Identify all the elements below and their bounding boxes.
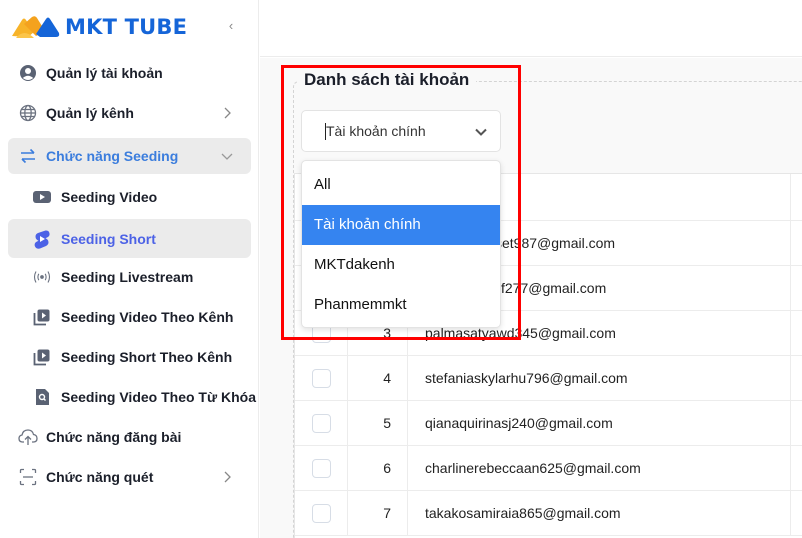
logo: MKT TUBE <box>10 14 187 40</box>
chevron-down-icon <box>221 153 233 160</box>
scan-icon <box>18 467 38 487</box>
row-number: 4 <box>348 356 408 400</box>
sidebar-item-label: Seeding Video Theo Kênh <box>61 309 234 325</box>
row-email: charlinerebeccaan625@gmail.com <box>425 460 641 476</box>
sidebar-item-seeding-video[interactable]: Seeding Video <box>8 179 251 215</box>
sidebar-item-label: Seeding Livestream <box>61 269 194 285</box>
chevron-right-icon <box>224 471 231 483</box>
sidebar-item-seeding-short[interactable]: Seeding Short <box>8 219 251 258</box>
app-name: MKT TUBE <box>65 15 188 39</box>
collapse-sidebar-button[interactable]: ‹ <box>224 18 238 33</box>
table-row[interactable]: 5 qianaquirinasj240@gmail.com <box>295 401 802 446</box>
sidebar-item-label: Chức năng quét <box>46 469 154 485</box>
dropdown-option-main-account[interactable]: Tài khoản chính <box>302 205 500 245</box>
row-checkbox[interactable] <box>312 504 331 523</box>
globe-icon <box>18 103 38 123</box>
broadcast-icon <box>32 267 52 287</box>
dropdown-option-all[interactable]: All <box>302 165 500 205</box>
table-row[interactable]: 7 takakosamiraia865@gmail.com <box>295 491 802 536</box>
table-row[interactable]: 6 charlinerebeccaan625@gmail.com <box>295 446 802 491</box>
row-email: qianaquirinasj240@gmail.com <box>425 415 613 431</box>
user-circle-icon <box>18 63 38 83</box>
sidebar-item-account-management[interactable]: Quản lý tài khoản <box>8 55 251 91</box>
account-type-select-value: Tài khoản chính <box>326 123 426 139</box>
row-number: 7 <box>348 491 408 535</box>
sidebar-item-seeding-short-by-channel[interactable]: Seeding Short Theo Kênh <box>8 339 251 375</box>
account-type-dropdown: All Tài khoản chính MKTdakenh Phanmemmkt <box>301 160 501 328</box>
sidebar-item-seeding[interactable]: Chức năng Seeding <box>8 138 251 174</box>
row-checkbox[interactable] <box>312 369 331 388</box>
row-checkbox[interactable] <box>312 414 331 433</box>
sidebar-item-label: Seeding Video Theo Từ Khóa <box>61 389 257 405</box>
sidebar-item-label: Chức năng đăng bài <box>46 429 182 445</box>
row-checkbox[interactable] <box>312 459 331 478</box>
sidebar-item-label: Quản lý kênh <box>46 105 134 121</box>
chevron-down-icon <box>475 128 487 136</box>
shorts-icon <box>32 229 52 249</box>
account-type-select[interactable]: Tài khoản chính <box>301 110 501 152</box>
sidebar: MKT TUBE ‹ Quản lý tài khoản Quản lý kên… <box>0 0 259 538</box>
mkt-tube-logo-icon <box>12 16 60 38</box>
sidebar-item-posting[interactable]: Chức năng đăng bài <box>8 419 251 455</box>
sidebar-item-channel-management[interactable]: Quản lý kênh <box>8 95 251 131</box>
row-number: 6 <box>348 446 408 490</box>
row-number: 5 <box>348 401 408 445</box>
row-email: stefaniaskylarhu796@gmail.com <box>425 370 628 386</box>
row-email: takakosamiraia865@gmail.com <box>425 505 621 521</box>
sidebar-item-seeding-livestream[interactable]: Seeding Livestream <box>8 259 251 295</box>
sidebar-item-seeding-video-by-channel[interactable]: Seeding Video Theo Kênh <box>8 299 251 335</box>
section-title: Danh sách tài khoản <box>297 70 477 90</box>
row-email: f277@gmail.com <box>501 280 607 296</box>
chevron-left-icon: ‹ <box>228 18 234 33</box>
cloud-upload-icon <box>18 427 38 447</box>
sidebar-item-label: Seeding Short Theo Kênh <box>61 349 233 365</box>
chevron-right-icon <box>224 107 231 119</box>
table-row[interactable]: 4 stefaniaskylarhu796@gmail.com <box>295 356 802 401</box>
sidebar-item-seeding-video-by-keyword[interactable]: Seeding Video Theo Từ Khóa <box>8 379 259 415</box>
swap-arrows-icon <box>18 146 38 166</box>
playlist-play-icon <box>32 347 52 367</box>
sidebar-item-label: Seeding Video <box>61 189 158 205</box>
search-doc-icon <box>32 387 52 407</box>
sidebar-item-label: Chức năng Seeding <box>46 148 179 164</box>
playlist-play-icon <box>32 307 52 327</box>
dropdown-option-mktdakenh[interactable]: MKTdakenh <box>302 245 500 285</box>
sidebar-item-label: Seeding Short <box>61 230 156 247</box>
sidebar-item-label: Quản lý tài khoản <box>46 65 163 81</box>
row-email: set987@gmail.com <box>495 235 616 251</box>
dropdown-option-phanmemmkt[interactable]: Phanmemmkt <box>302 285 500 325</box>
top-bar <box>260 0 802 57</box>
sidebar-item-scan[interactable]: Chức năng quét <box>8 459 251 495</box>
youtube-play-icon <box>32 187 52 207</box>
